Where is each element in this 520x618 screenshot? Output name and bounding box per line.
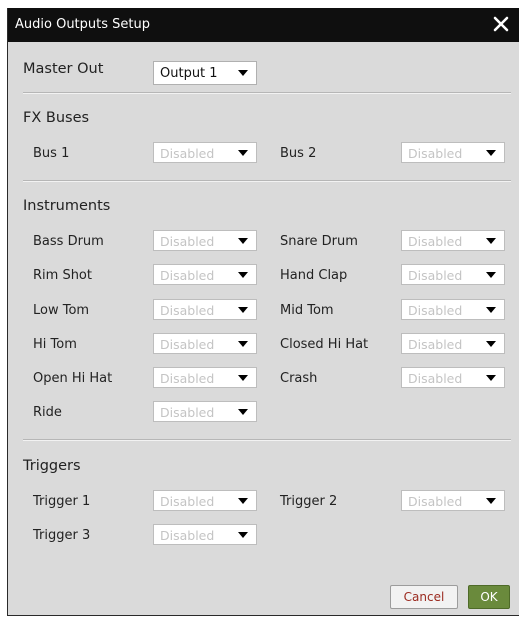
bus-2-select[interactable]: Disabled <box>401 142 505 163</box>
trigger-3-select[interactable]: Disabled <box>153 524 257 545</box>
ride-label: Ride <box>33 405 62 420</box>
snare-drum-label: Snare Drum <box>280 234 358 249</box>
mid-tom-value: Disabled <box>408 303 463 318</box>
fx-buses-heading: FX Buses <box>23 110 90 126</box>
closed-hi-hat-value: Disabled <box>408 337 463 352</box>
separator <box>23 180 511 182</box>
chevron-down-icon <box>238 307 248 313</box>
crash-value: Disabled <box>408 371 463 386</box>
chevron-down-icon <box>238 70 248 76</box>
chevron-down-icon <box>486 150 496 156</box>
hand-clap-select[interactable]: Disabled <box>401 264 505 285</box>
trigger-3-label: Trigger 3 <box>33 528 91 543</box>
chevron-down-icon <box>238 409 248 415</box>
audio-outputs-dialog: Audio Outputs Setup Master Out Output 1 … <box>7 8 519 616</box>
bus-1-label: Bus 1 <box>33 146 70 161</box>
ride-select[interactable]: Disabled <box>153 401 257 422</box>
closed-hi-hat-label: Closed Hi Hat <box>280 337 369 352</box>
hi-tom-value: Disabled <box>160 337 215 352</box>
snare-drum-value: Disabled <box>408 234 463 249</box>
ride-value: Disabled <box>160 405 215 420</box>
bass-drum-select[interactable]: Disabled <box>153 230 257 251</box>
triggers-heading: Triggers <box>23 458 81 474</box>
hi-tom-select[interactable]: Disabled <box>153 333 257 354</box>
chevron-down-icon <box>238 375 248 381</box>
chevron-down-icon <box>486 307 496 313</box>
master-out-label: Master Out <box>23 61 104 77</box>
bass-drum-value: Disabled <box>160 234 215 249</box>
rim-shot-select[interactable]: Disabled <box>153 264 257 285</box>
chevron-down-icon <box>238 341 248 347</box>
hand-clap-value: Disabled <box>408 268 463 283</box>
hi-tom-label: Hi Tom <box>33 337 77 352</box>
chevron-down-icon <box>238 498 248 504</box>
trigger-2-select[interactable]: Disabled <box>401 490 505 511</box>
rim-shot-label: Rim Shot <box>33 268 92 283</box>
chevron-down-icon <box>486 238 496 244</box>
bus-2-label: Bus 2 <box>280 146 317 161</box>
open-hi-hat-select[interactable]: Disabled <box>153 367 257 388</box>
ok-button[interactable]: OK <box>468 585 510 609</box>
title-bar: Audio Outputs Setup <box>8 8 519 42</box>
chevron-down-icon <box>486 272 496 278</box>
trigger-3-value: Disabled <box>160 528 215 543</box>
cancel-button[interactable]: Cancel <box>390 585 458 609</box>
chevron-down-icon <box>238 532 248 538</box>
low-tom-label: Low Tom <box>33 303 90 318</box>
open-hi-hat-value: Disabled <box>160 371 215 386</box>
separator <box>23 92 511 94</box>
closed-hi-hat-select[interactable]: Disabled <box>401 333 505 354</box>
chevron-down-icon <box>238 238 248 244</box>
separator <box>23 439 511 441</box>
trigger-2-value: Disabled <box>408 494 463 509</box>
close-icon[interactable] <box>491 14 511 34</box>
chevron-down-icon <box>238 150 248 156</box>
mid-tom-label: Mid Tom <box>280 303 334 318</box>
low-tom-select[interactable]: Disabled <box>153 299 257 320</box>
bus-1-select[interactable]: Disabled <box>153 142 257 163</box>
chevron-down-icon <box>238 272 248 278</box>
chevron-down-icon <box>486 375 496 381</box>
master-out-select[interactable]: Output 1 <box>153 61 257 85</box>
mid-tom-select[interactable]: Disabled <box>401 299 505 320</box>
hand-clap-label: Hand Clap <box>280 268 348 283</box>
bus-2-value: Disabled <box>408 146 463 161</box>
trigger-1-select[interactable]: Disabled <box>153 490 257 511</box>
trigger-1-value: Disabled <box>160 494 215 509</box>
trigger-2-label: Trigger 2 <box>280 494 338 509</box>
rim-shot-value: Disabled <box>160 268 215 283</box>
instruments-heading: Instruments <box>23 198 111 214</box>
low-tom-value: Disabled <box>160 303 215 318</box>
master-out-value: Output 1 <box>160 66 218 81</box>
open-hi-hat-label: Open Hi Hat <box>33 371 113 386</box>
chevron-down-icon <box>486 341 496 347</box>
crash-select[interactable]: Disabled <box>401 367 505 388</box>
bus-1-value: Disabled <box>160 146 215 161</box>
snare-drum-select[interactable]: Disabled <box>401 230 505 251</box>
dialog-title: Audio Outputs Setup <box>15 17 150 32</box>
crash-label: Crash <box>280 371 318 386</box>
trigger-1-label: Trigger 1 <box>33 494 91 509</box>
chevron-down-icon <box>486 498 496 504</box>
bass-drum-label: Bass Drum <box>33 234 104 249</box>
